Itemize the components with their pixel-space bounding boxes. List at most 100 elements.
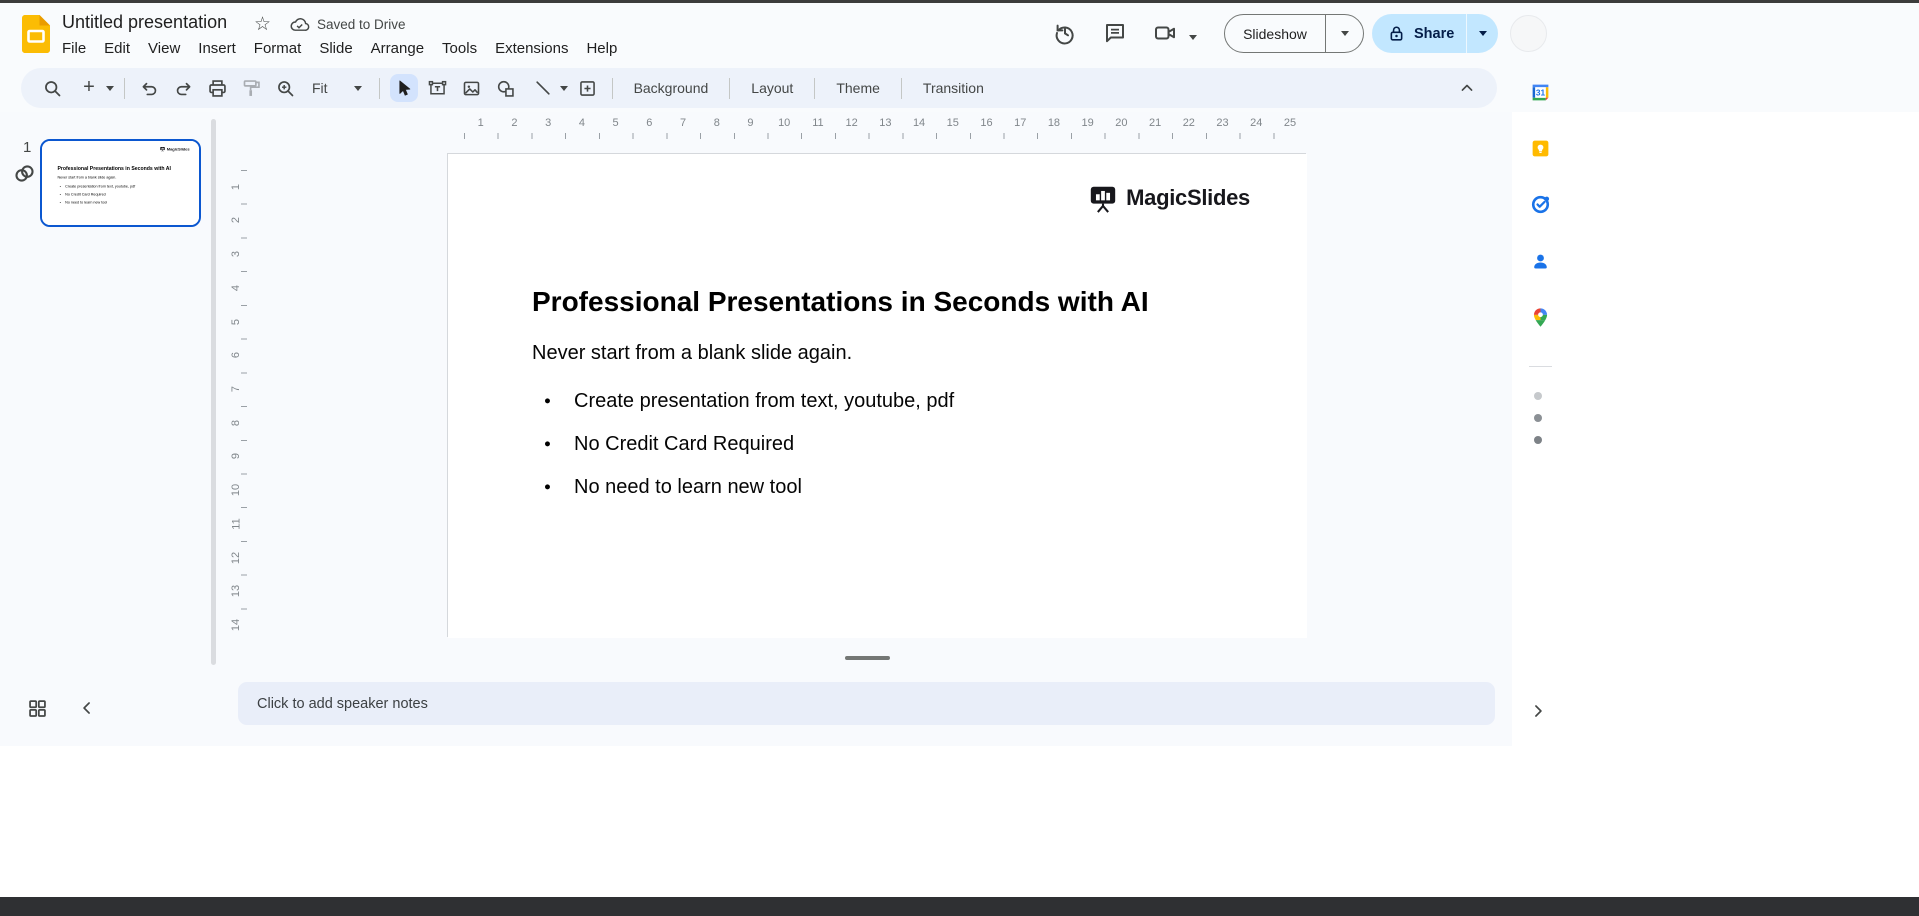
zoom-in-icon[interactable] [271,74,299,102]
slideshow-button[interactable]: Slideshow [1224,14,1364,53]
ruler-mark: 5 [226,305,247,339]
speaker-notes-input[interactable]: Click to add speaker notes [238,682,1495,725]
user-avatar[interactable] [1510,15,1547,52]
bullet-item: No Credit Card Required [60,190,135,198]
speaker-notes-placeholder: Click to add speaker notes [257,696,428,712]
menu-item[interactable]: File [53,37,95,60]
redo-icon[interactable] [169,74,197,102]
ruler-mark: 21 [1138,117,1172,139]
menu-item[interactable]: Help [577,37,626,60]
menu-item[interactable]: Insert [189,37,245,60]
horizontal-ruler: 1234567891011121314151617181920212223242… [447,117,1307,139]
insert-image-icon[interactable] [458,74,486,102]
tasks-icon[interactable] [1530,194,1551,215]
zoom-dropdown-icon [354,86,362,91]
grid-view-icon[interactable] [27,698,48,719]
ruler-mark: 7 [666,117,700,139]
bullet-item: No need to learn new tool [60,198,135,206]
ruler-mark: 3 [226,237,247,271]
menu-item[interactable]: View [139,37,189,60]
menu-item[interactable]: Slide [310,37,361,60]
menu-item[interactable]: Format [245,37,311,60]
ruler-mark: 12 [835,117,869,139]
ruler-mark: 14 [902,117,936,139]
ruler-mark: 23 [1206,117,1240,139]
insert-placeholder-icon[interactable] [574,74,602,102]
menu-item[interactable]: Edit [95,37,139,60]
insert-line-button[interactable] [526,74,568,102]
ruler-mark: 8 [226,406,247,440]
magicslides-logo: MagicSlides [160,146,190,152]
ruler-mark: 13 [226,574,247,608]
slide-subtitle: Never start from a blank slide again. [57,176,167,180]
menu-item[interactable]: Arrange [362,37,433,60]
slideshow-dropdown[interactable] [1326,31,1363,36]
comment-icon[interactable] [1102,20,1128,46]
line-icon[interactable] [529,74,557,102]
saved-status[interactable]: Saved to Drive [289,14,406,35]
ruler-mark: 2 [226,204,247,238]
keep-icon[interactable] [1530,138,1551,159]
search-menus-icon[interactable] [38,74,66,102]
document-title[interactable]: Untitled presentation [62,12,227,33]
magicslides-logo[interactable]: MagicSlides [1088,183,1250,213]
bullet-list: Create presentation from text, youtube, … [60,183,135,207]
ruler-mark: 1 [226,170,247,204]
version-history-icon[interactable] [1052,20,1078,46]
plus-icon[interactable]: + [75,73,103,101]
select-tool-icon[interactable] [390,74,418,102]
calendar-icon[interactable]: 31 [1530,82,1551,103]
paint-format-icon[interactable] [237,74,265,102]
slides-app-icon[interactable] [22,15,50,53]
transition-button[interactable]: Transition [909,74,998,102]
menu-item[interactable]: Extensions [486,37,577,60]
maps-icon[interactable] [1530,307,1551,328]
slide-canvas[interactable]: MagicSlides Professional Presentations i… [447,153,1306,637]
theme-button[interactable]: Theme [822,74,894,102]
toolbar-separator [612,78,613,99]
notes-resize-handle[interactable] [845,656,890,660]
slideshow-label[interactable]: Slideshow [1225,26,1325,42]
cloud-check-icon [289,14,310,35]
background-button[interactable]: Background [620,74,723,102]
video-call-icon[interactable] [1152,20,1178,46]
filmstrip-scrollbar[interactable] [211,119,216,665]
bullet-item[interactable]: Create presentation from text, youtube, … [544,380,954,423]
share-button[interactable]: Share [1372,14,1498,53]
new-slide-dropdown-icon[interactable] [106,86,114,91]
star-icon[interactable]: ☆ [252,11,273,38]
bullet-item[interactable]: No Credit Card Required [544,423,954,466]
line-dropdown-icon[interactable] [560,86,568,91]
print-icon[interactable] [203,74,231,102]
ruler-mark: 9 [734,117,768,139]
expand-side-panel-icon[interactable] [1528,701,1548,721]
hide-menus-icon[interactable] [1453,74,1481,102]
slide-number: 1 [23,139,31,156]
share-label[interactable]: Share [1414,26,1454,42]
contacts-icon[interactable] [1530,251,1551,272]
rail-divider [1529,366,1552,367]
collapse-filmstrip-icon[interactable] [77,698,97,718]
share-dropdown[interactable] [1467,31,1498,36]
slide-title[interactable]: Professional Presentations in Seconds wi… [532,286,1252,318]
zoom-select[interactable]: Fit [304,80,370,96]
ruler-mark: 16 [970,117,1004,139]
bottom-window-edge [0,897,1919,916]
ruler-mark: 22 [1172,117,1206,139]
menu-item[interactable]: Tools [433,37,486,60]
slide-subtitle[interactable]: Never start from a blank slide again. [532,342,1132,365]
toolbar-separator [814,78,815,99]
bullet-item[interactable]: No need to learn new tool [544,466,954,509]
video-call-dropdown-icon[interactable] [1186,30,1200,44]
ruler-mark: 8 [700,117,734,139]
ruler-mark: 24 [1239,117,1273,139]
text-box-icon[interactable] [424,74,452,102]
slide-thumbnail[interactable]: MagicSlides Professional Presentations i… [40,139,201,227]
ruler-mark: 14 [226,608,247,639]
insert-shape-icon[interactable] [492,74,520,102]
bullet-item: Create presentation from text, youtube, … [60,183,135,191]
undo-icon[interactable] [135,74,163,102]
new-slide-button[interactable]: + [72,75,114,101]
layout-button[interactable]: Layout [737,74,807,102]
bullet-list[interactable]: Create presentation from text, youtube, … [544,380,954,509]
